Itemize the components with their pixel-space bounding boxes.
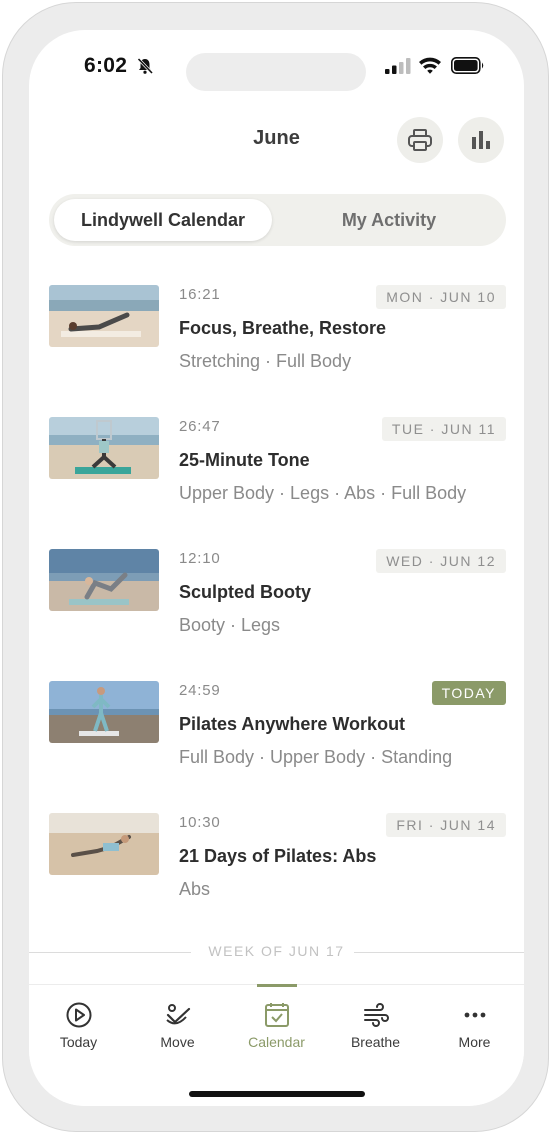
silent-bell-icon	[137, 57, 154, 75]
battery-icon	[451, 57, 484, 74]
workout-duration: 12:10	[179, 550, 221, 567]
workout-date-badge: MON · JUN 10	[376, 285, 506, 309]
workout-tags: Full Body · Upper Body · Standing	[179, 747, 453, 767]
workout-list-item[interactable]: 10:30 FRI · JUN 14 21 Days of Pilates: A…	[29, 806, 524, 926]
bar-chart-icon	[472, 131, 490, 149]
tab-more[interactable]: More	[425, 985, 524, 1065]
print-button[interactable]	[397, 117, 443, 163]
workout-list-item[interactable]: 24:59 TODAY Pilates Anywhere Workout Ful…	[29, 674, 524, 794]
tab-label: Today	[59, 1034, 98, 1050]
cellular-signal-icon	[385, 58, 411, 74]
more-dots-icon	[464, 1012, 486, 1018]
workout-date-badge: FRI · JUN 14	[386, 813, 506, 837]
workout-list-item[interactable]: 26:47 TUE · JUN 11 25-Minute Tone Upper …	[29, 410, 524, 530]
status-bar: 6:02	[29, 30, 524, 110]
workout-duration: 26:47	[179, 418, 221, 435]
page-title: June	[253, 127, 300, 149]
home-indicator	[189, 1091, 365, 1097]
play-circle-icon	[66, 1002, 92, 1028]
move-icon	[166, 1004, 191, 1025]
workout-list-item[interactable]: 12:10 WED · JUN 12 Sculpted Booty Booty …	[29, 542, 524, 662]
segment-my-activity[interactable]: My Activity	[277, 199, 501, 241]
workout-thumbnail	[49, 813, 159, 875]
calendar-check-icon	[265, 1003, 289, 1027]
tab-label: Move	[160, 1034, 195, 1050]
workout-title: Sculpted Booty	[179, 582, 312, 602]
workout-title: 21 Days of Pilates: Abs	[179, 846, 377, 866]
workout-date-badge: WED · JUN 12	[376, 549, 506, 573]
workout-thumbnail	[49, 681, 159, 743]
workout-thumbnail	[49, 549, 159, 611]
tab-breathe[interactable]: Breathe	[326, 985, 425, 1065]
bottom-tab-bar: Today Move Calendar Breathe More	[29, 984, 524, 1106]
status-time: 6:02	[84, 54, 128, 77]
dynamic-island	[186, 53, 366, 91]
workout-thumbnail	[49, 285, 159, 347]
printer-icon	[408, 129, 432, 151]
stats-button[interactable]	[458, 117, 504, 163]
workout-duration: 10:30	[179, 814, 221, 831]
workout-title: 25-Minute Tone	[179, 450, 310, 470]
tab-today[interactable]: Today	[29, 985, 128, 1065]
workout-thumbnail	[49, 417, 159, 479]
workout-date-badge: TUE · JUN 11	[381, 417, 506, 441]
tab-label: Calendar	[248, 1034, 305, 1050]
tab-calendar[interactable]: Calendar	[227, 985, 326, 1065]
workout-title: Focus, Breathe, Restore	[179, 318, 387, 338]
workout-list-item[interactable]: 16:21 MON · JUN 10 Focus, Breathe, Resto…	[29, 278, 524, 398]
tab-label: More	[458, 1034, 491, 1050]
segment-lindywell-calendar[interactable]: Lindywell Calendar	[54, 199, 272, 241]
workout-tags: Stretching · Full Body	[179, 351, 352, 371]
wind-icon	[364, 1003, 389, 1027]
week-divider-label: WEEK OF JUN 17	[208, 943, 345, 959]
workout-tags: Booty · Legs	[179, 615, 281, 635]
workout-tags: Abs	[179, 879, 211, 899]
app-screen: 6:02 June Lindywell Calendar My Activity…	[29, 30, 524, 1106]
workout-duration: 24:59	[179, 682, 221, 699]
tab-move[interactable]: Move	[128, 985, 227, 1065]
calendar-segmented-control: Lindywell Calendar My Activity	[49, 194, 506, 246]
wifi-icon	[419, 57, 441, 74]
today-badge: TODAY	[431, 681, 506, 705]
workout-title: Pilates Anywhere Workout	[179, 714, 406, 734]
workout-tags: Upper Body · Legs · Abs · Full Body	[179, 483, 467, 503]
workout-duration: 16:21	[179, 286, 221, 303]
tab-label: Breathe	[350, 1034, 401, 1050]
week-divider: WEEK OF JUN 17	[29, 942, 524, 962]
